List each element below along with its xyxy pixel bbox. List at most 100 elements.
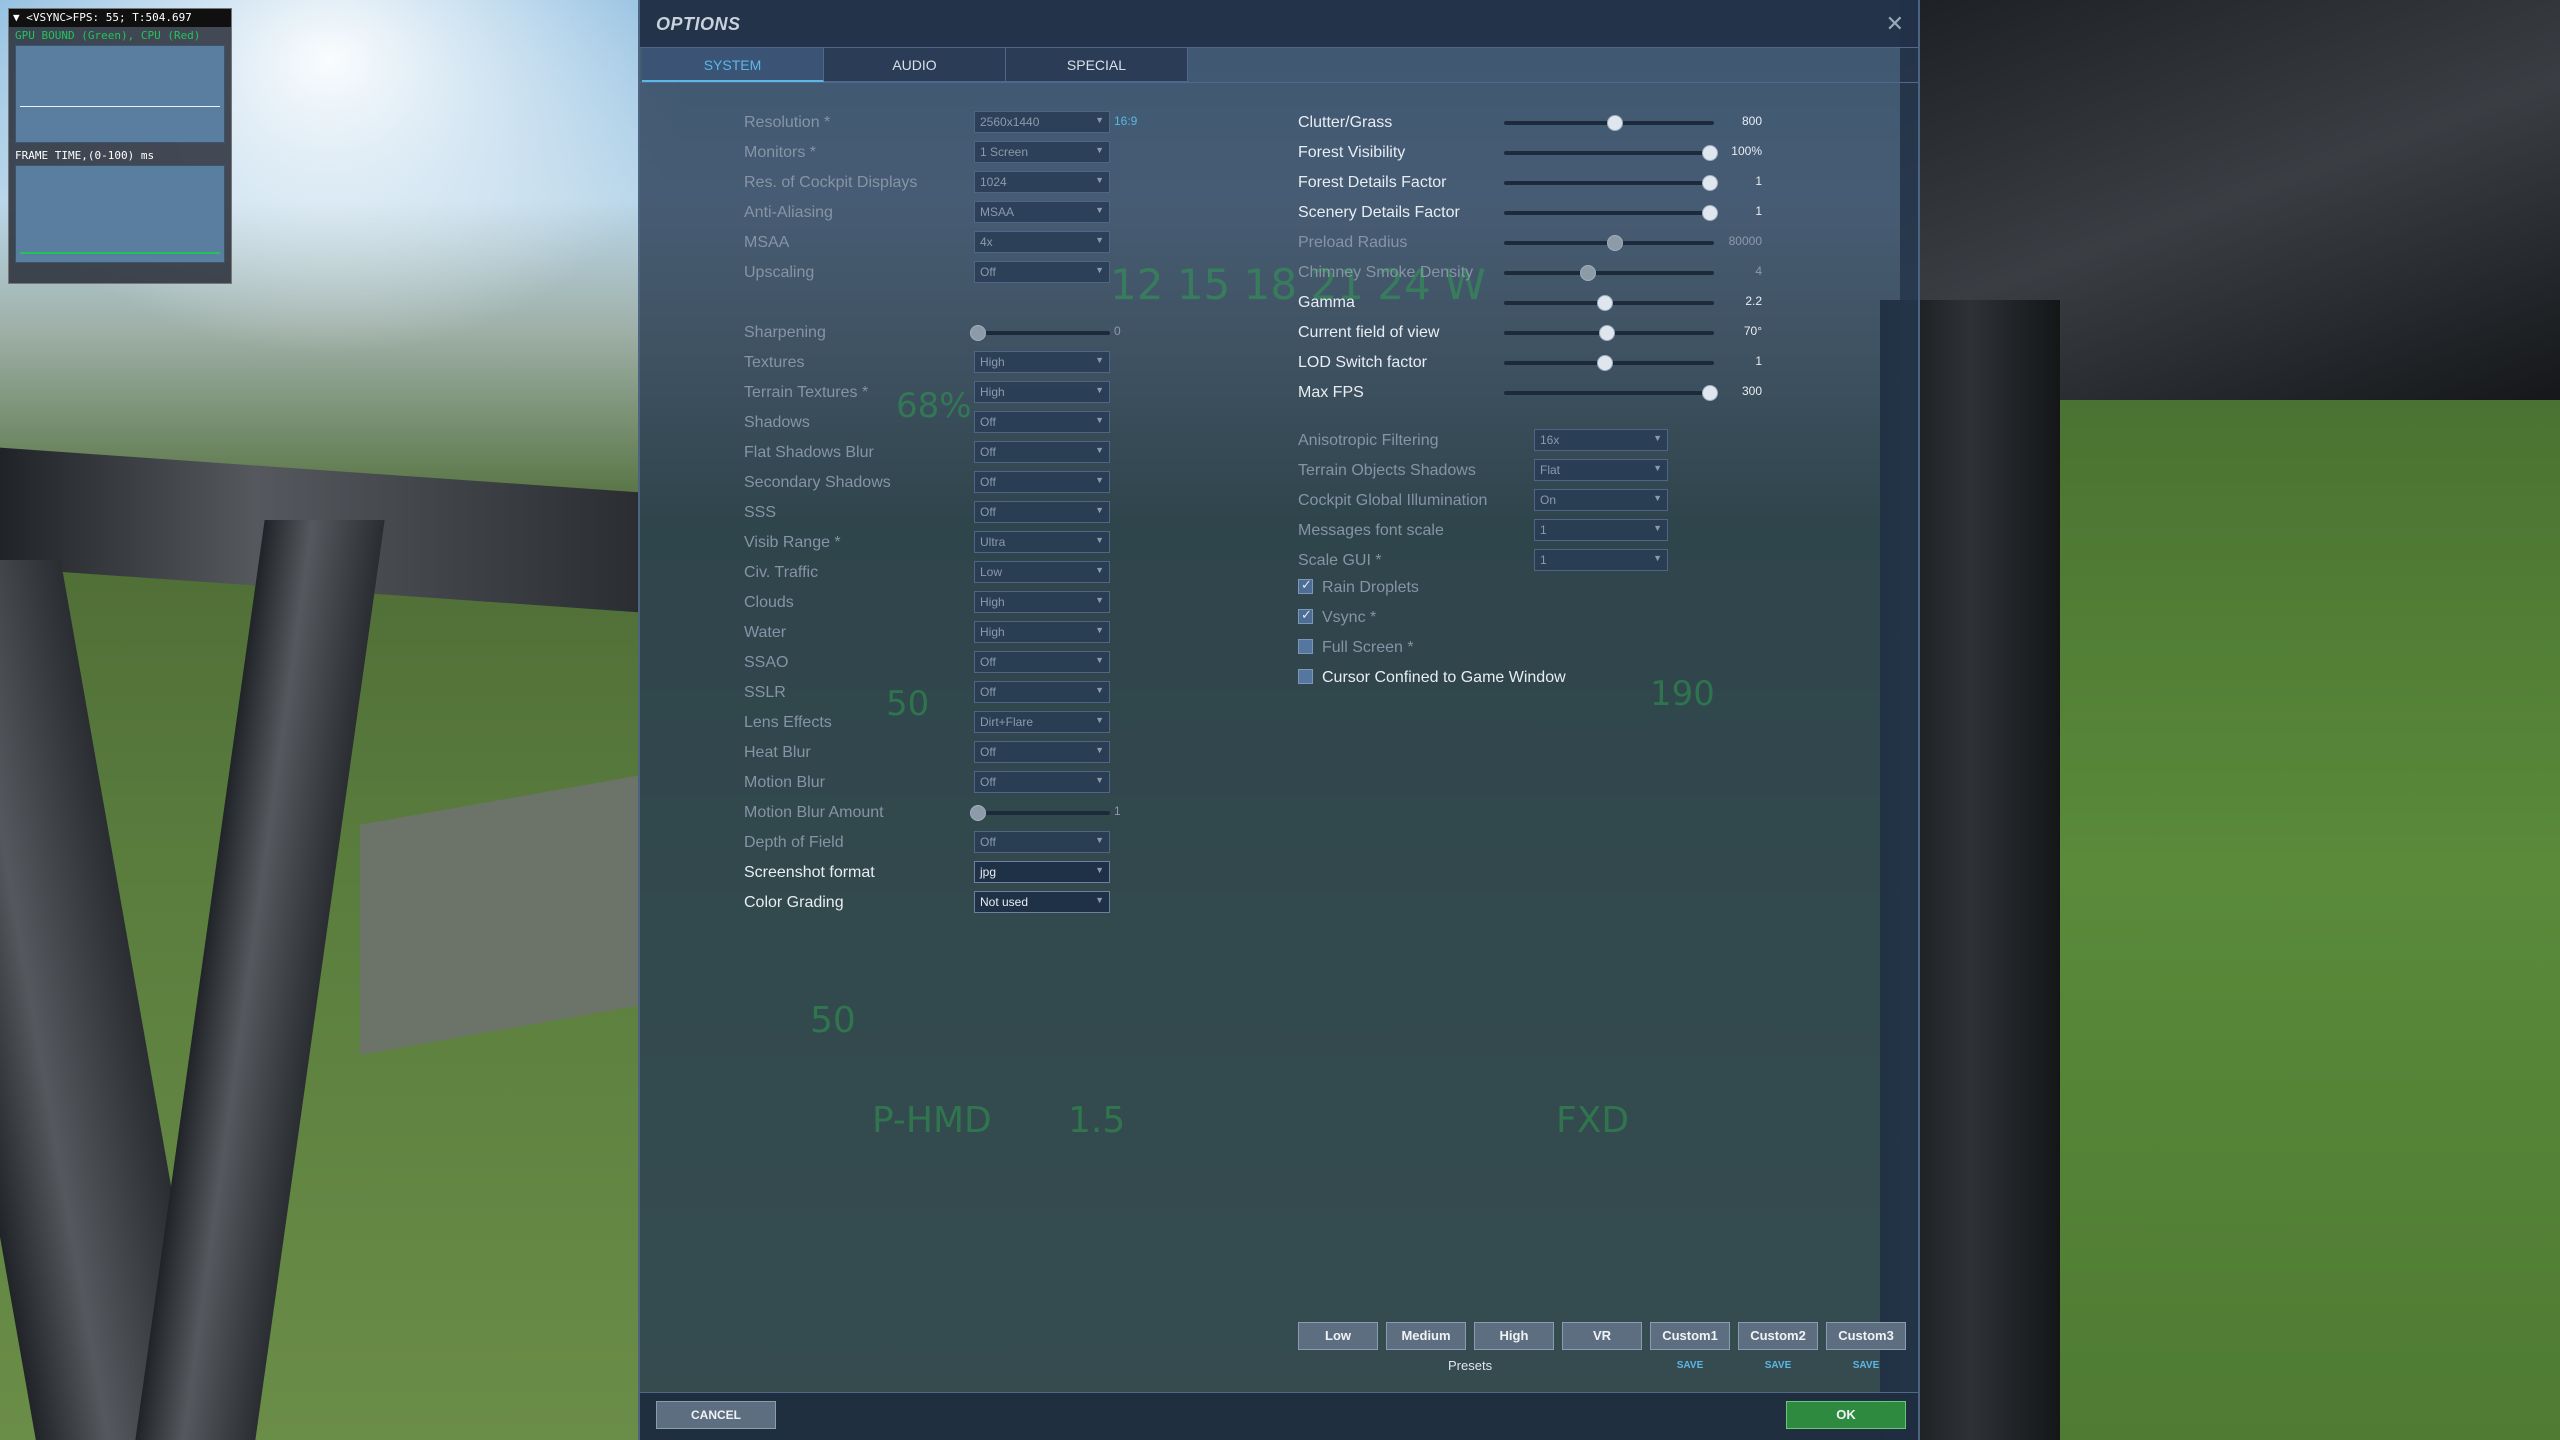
- select-monitors[interactable]: 1 Screen ▼: [974, 141, 1110, 163]
- select-value: Off: [980, 475, 996, 489]
- select-terrain-objects-shadows[interactable]: Flat ▼: [1534, 459, 1668, 481]
- select-motion-blur[interactable]: Off ▼: [974, 771, 1110, 793]
- select-value: jpg: [980, 865, 997, 879]
- select-civ-traffic[interactable]: Low ▼: [974, 561, 1110, 583]
- chevron-down-icon: ▼: [1095, 895, 1104, 905]
- slider-preload-radius[interactable]: [1504, 231, 1714, 255]
- slider-knob[interactable]: [1596, 295, 1613, 311]
- select-value: Off: [980, 505, 996, 519]
- slider-knob[interactable]: [1607, 235, 1624, 251]
- slider-scenery-details-factor[interactable]: [1504, 201, 1718, 225]
- select-value: Off: [980, 775, 996, 789]
- setting-label-scale-gui: Scale GUI *: [1298, 552, 1382, 569]
- setting-label-res-of-cockpit-displays: Res. of Cockpit Displays: [744, 174, 918, 191]
- select-cockpit-global-illumination[interactable]: On ▼: [1534, 489, 1668, 511]
- hangar: [360, 775, 640, 1055]
- tab-special[interactable]: SPECIAL: [1006, 48, 1188, 82]
- select-secondary-shadows[interactable]: Off ▼: [974, 471, 1110, 493]
- close-icon[interactable]: ✕: [1886, 11, 1904, 37]
- checkbox-vsync[interactable]: [1298, 607, 1313, 624]
- select-color-grading[interactable]: Not used ▼: [974, 891, 1110, 913]
- slider-chimney-smoke-density[interactable]: [1504, 261, 1714, 285]
- slider-sharpening[interactable]: [970, 321, 1110, 345]
- select-anti-aliasing[interactable]: MSAA ▼: [974, 201, 1110, 223]
- select-clouds[interactable]: High ▼: [974, 591, 1110, 613]
- tab-audio[interactable]: AUDIO: [824, 48, 1006, 82]
- setting-label-preload-radius: Preload Radius: [1298, 234, 1408, 251]
- select-heat-blur[interactable]: Off ▼: [974, 741, 1110, 763]
- slider-knob[interactable]: [1607, 115, 1624, 131]
- checkbox-cursor-confined-to-game-window[interactable]: [1298, 669, 1313, 684]
- select-anisotropic-filtering[interactable]: 16x ▼: [1534, 429, 1668, 451]
- select-lens-effects[interactable]: Dirt+Flare ▼: [974, 711, 1110, 733]
- chevron-down-icon: ▼: [1095, 145, 1104, 155]
- slider-value-preload-radius: 80000: [1728, 234, 1762, 248]
- preset-button-high[interactable]: High: [1474, 1322, 1554, 1350]
- select-value: 2560x1440: [980, 115, 1040, 129]
- chevron-down-icon: ▼: [1653, 463, 1662, 473]
- slider-knob[interactable]: [970, 805, 986, 821]
- chevron-down-icon: ▼: [1095, 475, 1104, 485]
- slider-max-fps[interactable]: [1504, 381, 1718, 405]
- tab-system[interactable]: SYSTEM: [642, 48, 824, 82]
- slider-current-field-of-view[interactable]: [1504, 321, 1714, 345]
- select-textures[interactable]: High ▼: [974, 351, 1110, 373]
- cancel-button[interactable]: CANCEL: [656, 1401, 776, 1429]
- select-sss[interactable]: Off ▼: [974, 501, 1110, 523]
- fps-graph: [15, 45, 225, 143]
- setting-label-clutter-grass: Clutter/Grass: [1298, 114, 1393, 131]
- setting-label-monitors: Monitors *: [744, 144, 817, 161]
- chevron-down-icon: ▼: [1095, 685, 1104, 695]
- slider-forest-details-factor[interactable]: [1504, 171, 1718, 195]
- select-visib-range[interactable]: Ultra ▼: [974, 531, 1110, 553]
- save-preset-custom3-button[interactable]: SAVE: [1826, 1360, 1906, 1371]
- setting-label-cockpit-global-illumination: Cockpit Global Illumination: [1298, 492, 1488, 509]
- ok-button[interactable]: OK: [1786, 1401, 1906, 1429]
- preset-button-vr[interactable]: VR: [1562, 1322, 1642, 1350]
- select-res-of-cockpit-displays[interactable]: 1024 ▼: [974, 171, 1110, 193]
- select-sslr[interactable]: Off ▼: [974, 681, 1110, 703]
- slider-knob[interactable]: [1598, 325, 1615, 341]
- checkbox-full-screen[interactable]: [1298, 639, 1313, 654]
- slider-knob[interactable]: [1580, 265, 1596, 281]
- slider-motion-blur-amount[interactable]: [970, 801, 1110, 825]
- preset-button-custom3[interactable]: Custom3: [1826, 1322, 1906, 1350]
- slider-gamma[interactable]: [1504, 291, 1714, 315]
- slider-value-scenery-details-factor: 1: [1755, 204, 1762, 218]
- slider-track: [1504, 181, 1714, 185]
- chevron-down-icon: ▼: [1095, 505, 1104, 515]
- select-screenshot-format[interactable]: jpg ▼: [974, 861, 1110, 883]
- setting-label-anisotropic-filtering: Anisotropic Filtering: [1298, 432, 1439, 449]
- slider-forest-visibility[interactable]: [1504, 141, 1718, 165]
- preset-button-medium[interactable]: Medium: [1386, 1322, 1466, 1350]
- setting-label-msaa: MSAA: [744, 234, 790, 251]
- preset-button-custom2[interactable]: Custom2: [1738, 1322, 1818, 1350]
- slider-knob[interactable]: [1596, 355, 1613, 371]
- save-preset-custom1-button[interactable]: SAVE: [1650, 1360, 1730, 1371]
- setting-label-anti-aliasing: Anti-Aliasing: [744, 204, 833, 221]
- chevron-down-icon: ▼: [1095, 565, 1104, 575]
- slider-clutter-grass[interactable]: [1504, 111, 1714, 135]
- preset-button-low[interactable]: Low: [1298, 1322, 1378, 1350]
- setting-label-sss: SSS: [744, 504, 777, 521]
- checkbox-rain-droplets[interactable]: [1298, 577, 1313, 594]
- select-water[interactable]: High ▼: [974, 621, 1110, 643]
- select-messages-font-scale[interactable]: 1 ▼: [1534, 519, 1668, 541]
- preset-button-custom1[interactable]: Custom1: [1650, 1322, 1730, 1350]
- select-flat-shadows-blur[interactable]: Off ▼: [974, 441, 1110, 463]
- select-resolution[interactable]: 2560x1440 ▼: [974, 111, 1110, 133]
- hud-speed: 50: [886, 684, 930, 724]
- slider-knob[interactable]: [970, 325, 986, 341]
- slider-lod-switch-factor[interactable]: [1504, 351, 1714, 375]
- select-upscaling[interactable]: Off ▼: [974, 261, 1110, 283]
- select-depth-of-field[interactable]: Off ▼: [974, 831, 1110, 853]
- select-scale-gui[interactable]: 1 ▼: [1534, 549, 1668, 571]
- chevron-down-icon: ▼: [1653, 433, 1662, 443]
- chevron-down-icon: ▼: [1095, 175, 1104, 185]
- select-terrain-textures[interactable]: High ▼: [974, 381, 1110, 403]
- select-ssao[interactable]: Off ▼: [974, 651, 1110, 673]
- presets-label: Presets: [1448, 1358, 1493, 1373]
- select-msaa[interactable]: 4x ▼: [974, 231, 1110, 253]
- save-preset-custom2-button[interactable]: SAVE: [1738, 1360, 1818, 1371]
- select-shadows[interactable]: Off ▼: [974, 411, 1110, 433]
